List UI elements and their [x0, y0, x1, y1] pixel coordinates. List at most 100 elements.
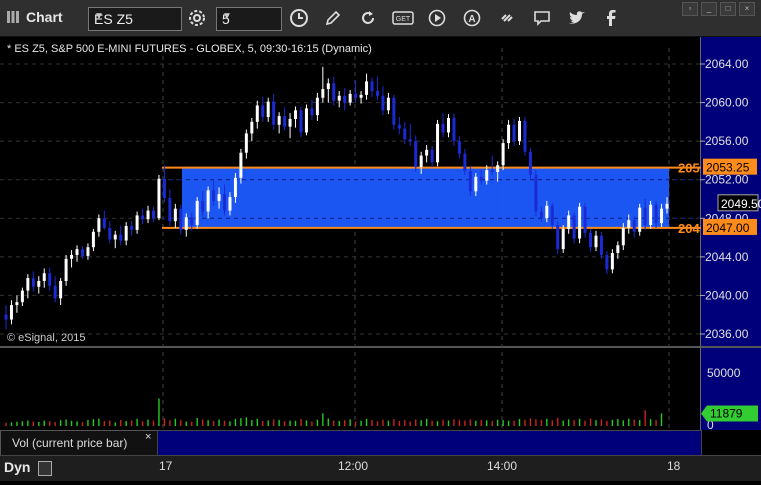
- grip-icon[interactable]: [6, 10, 20, 24]
- scroll-bar[interactable]: [157, 430, 702, 456]
- candle-body: [446, 118, 450, 133]
- candle-body: [113, 234, 117, 240]
- candle-body: [48, 273, 52, 286]
- alert-icon[interactable]: A: [459, 7, 485, 29]
- candle-body: [621, 227, 625, 246]
- candle-body: [201, 200, 205, 212]
- candle-body: [168, 198, 172, 222]
- maximize-icon[interactable]: □: [720, 2, 736, 16]
- get-icon[interactable]: GET: [390, 7, 416, 29]
- volume-study-label[interactable]: Vol (current price bar) ×: [0, 430, 159, 456]
- zone-rect: [182, 167, 669, 228]
- candle-body: [528, 151, 532, 175]
- price-tick-label: 2036.00: [705, 327, 749, 341]
- link-icon[interactable]: [494, 7, 520, 29]
- candle-body: [359, 94, 363, 98]
- candle-body: [572, 215, 576, 239]
- play-icon[interactable]: [424, 7, 450, 29]
- time-label-1400: 14:00: [487, 459, 518, 473]
- candle-body: [321, 89, 325, 98]
- candle-body: [190, 217, 194, 226]
- candle-body: [141, 215, 145, 220]
- candle-body: [146, 210, 150, 220]
- price-tick-label: 2040.00: [705, 288, 749, 302]
- time-axis[interactable]: Dyn: [0, 455, 761, 481]
- lower-line-tag: 204: [678, 221, 700, 236]
- candle-body: [64, 258, 68, 281]
- symbol-dropdown-icon[interactable]: ▼: [94, 11, 177, 22]
- candle-body: [91, 231, 95, 248]
- candle-body: [130, 226, 134, 230]
- candle-body: [261, 105, 265, 118]
- candle-body: [468, 171, 472, 192]
- candle-body: [53, 285, 57, 299]
- candle-body: [326, 83, 330, 90]
- twitter-icon[interactable]: [564, 7, 590, 29]
- candle-body: [479, 176, 483, 181]
- settings-icon[interactable]: [184, 7, 210, 29]
- candle-body: [463, 153, 467, 172]
- price-chart[interactable]: 2064.002060.002056.002052.002048.002044.…: [0, 37, 761, 480]
- upper-price-label: 2053.25: [706, 161, 750, 175]
- chart-area[interactable]: 2064.00 2060.00 2056.00 2052.00 2048.00 2044.…: [0, 37, 761, 480]
- lock-icon[interactable]: [38, 461, 52, 476]
- candle-body: [250, 121, 254, 134]
- window-toolbar: Chart ES Z5 ▼ 5 ▼ GET A ▫ _ □ ×: [0, 0, 761, 37]
- candle-body: [457, 141, 461, 154]
- candle-body: [354, 93, 358, 98]
- minimize-icon[interactable]: _: [701, 2, 717, 16]
- candle-body: [15, 302, 19, 306]
- candle-body: [605, 254, 609, 270]
- candle-body: [518, 120, 522, 142]
- candle-body: [266, 101, 270, 118]
- candle-body: [534, 174, 538, 212]
- candle-body: [643, 207, 647, 226]
- clock-icon[interactable]: [286, 7, 312, 29]
- restore-icon[interactable]: ▫: [682, 2, 698, 16]
- symbol-input[interactable]: ES Z5 ▼: [88, 7, 182, 31]
- candle-body: [157, 178, 161, 219]
- candle-body: [665, 203, 669, 209]
- price-tick-label: 2064.00: [705, 57, 749, 71]
- dyn-label[interactable]: Dyn: [4, 459, 30, 475]
- candle-body: [304, 108, 308, 133]
- candle-body: [4, 314, 8, 320]
- candle-body: [550, 205, 554, 226]
- interval-dropdown-icon[interactable]: ▼: [222, 11, 277, 22]
- candle-body: [20, 290, 24, 303]
- candle-body: [556, 225, 560, 250]
- price-tick-label: 2052.00: [705, 173, 749, 187]
- close-icon[interactable]: ×: [739, 2, 755, 16]
- candle-body: [523, 120, 527, 152]
- candle-body: [348, 93, 352, 103]
- close-study-icon[interactable]: ×: [145, 431, 151, 443]
- candle-body: [419, 155, 423, 168]
- interval-input[interactable]: 5 ▼: [216, 7, 282, 31]
- candle-body: [365, 81, 369, 95]
- refresh-icon[interactable]: [355, 7, 381, 29]
- candle-body: [102, 218, 106, 228]
- candle-body: [425, 149, 429, 156]
- candle-body: [567, 215, 571, 229]
- comment-icon[interactable]: [529, 7, 555, 29]
- candle-body: [436, 123, 440, 163]
- window-controls: ▫ _ □ ×: [682, 2, 755, 16]
- facebook-icon[interactable]: [598, 7, 624, 29]
- candle-body: [124, 226, 128, 241]
- candle-body: [151, 210, 155, 219]
- candle-body: [654, 204, 658, 224]
- candle-body: [272, 101, 276, 125]
- pencil-icon[interactable]: [320, 7, 346, 29]
- candle-body: [337, 95, 341, 101]
- candle-body: [244, 133, 248, 153]
- candle-body: [589, 232, 593, 248]
- candle-body: [381, 95, 385, 111]
- candle-body: [223, 194, 227, 211]
- candle-body: [496, 165, 500, 172]
- candle-body: [217, 194, 221, 201]
- candle-body: [239, 152, 243, 178]
- copyright: © eSignal, 2015: [7, 332, 85, 344]
- candle-body: [310, 108, 314, 116]
- candle-body: [288, 118, 292, 127]
- candle-body: [386, 97, 390, 111]
